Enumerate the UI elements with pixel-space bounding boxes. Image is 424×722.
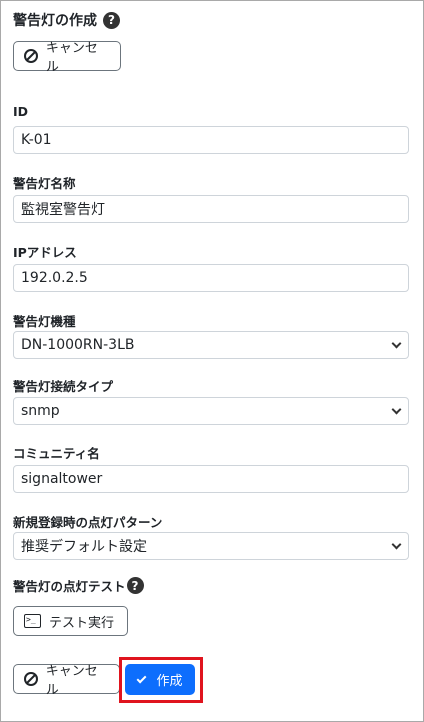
model-label: 警告灯機種: [13, 314, 76, 329]
page-title: 警告灯の作成: [13, 13, 97, 29]
cancel-icon: [24, 672, 38, 686]
pattern-label: 新規登録時の点灯パターン: [13, 515, 163, 530]
test-label-row: 警告灯の点灯テスト ?: [13, 576, 144, 595]
community-input[interactable]: signaltower: [13, 465, 409, 493]
top-cancel-label: キャンセル: [45, 41, 98, 75]
help-icon[interactable]: ?: [126, 577, 144, 594]
conn-select[interactable]: snmp: [13, 397, 409, 425]
name-value: 監視室警告灯: [21, 202, 105, 218]
test-run-button[interactable]: >_ テスト実行: [13, 606, 128, 636]
bottom-cancel-label: キャンセル: [45, 664, 98, 698]
top-cancel-button[interactable]: キャンセル: [13, 41, 121, 75]
create-button[interactable]: 作成: [125, 664, 195, 695]
chevron-down-icon: [391, 338, 402, 349]
model-value: DN-1000RN-3LB: [21, 337, 135, 353]
test-run-label: テスト実行: [49, 615, 115, 631]
pattern-select[interactable]: 推奨デフォルト設定: [13, 532, 409, 560]
community-label: コミュニティ名: [13, 446, 100, 461]
title-row: 警告灯の作成 ?: [13, 10, 120, 30]
id-label: ID: [13, 104, 29, 119]
name-label: 警告灯名称: [13, 176, 76, 191]
id-input[interactable]: K-01: [13, 126, 409, 154]
chevron-down-icon: [391, 539, 402, 550]
cancel-icon: [24, 49, 38, 63]
name-input[interactable]: 監視室警告灯: [13, 195, 409, 223]
community-value: signaltower: [21, 471, 103, 487]
terminal-icon: >_: [24, 614, 41, 628]
create-signal-light-panel: 警告灯の作成 ? キャンセル ID K-01 警告灯名称 監視室警告灯 IPアド…: [0, 0, 424, 722]
bottom-cancel-button[interactable]: キャンセル: [13, 664, 120, 698]
conn-label: 警告灯接続タイプ: [13, 379, 114, 394]
chevron-down-icon: [391, 404, 402, 415]
ip-label: IPアドレス: [13, 245, 77, 260]
help-icon[interactable]: ?: [103, 11, 120, 29]
ip-input[interactable]: 192.0.2.5: [13, 264, 409, 292]
check-icon: [137, 673, 147, 683]
pattern-value: 推奨デフォルト設定: [21, 539, 147, 555]
ip-value: 192.0.2.5: [21, 270, 88, 286]
model-select[interactable]: DN-1000RN-3LB: [13, 331, 409, 359]
conn-value: snmp: [21, 403, 60, 419]
id-value: K-01: [21, 132, 52, 148]
test-label: 警告灯の点灯テスト: [13, 579, 126, 594]
create-label: 作成: [156, 674, 183, 689]
